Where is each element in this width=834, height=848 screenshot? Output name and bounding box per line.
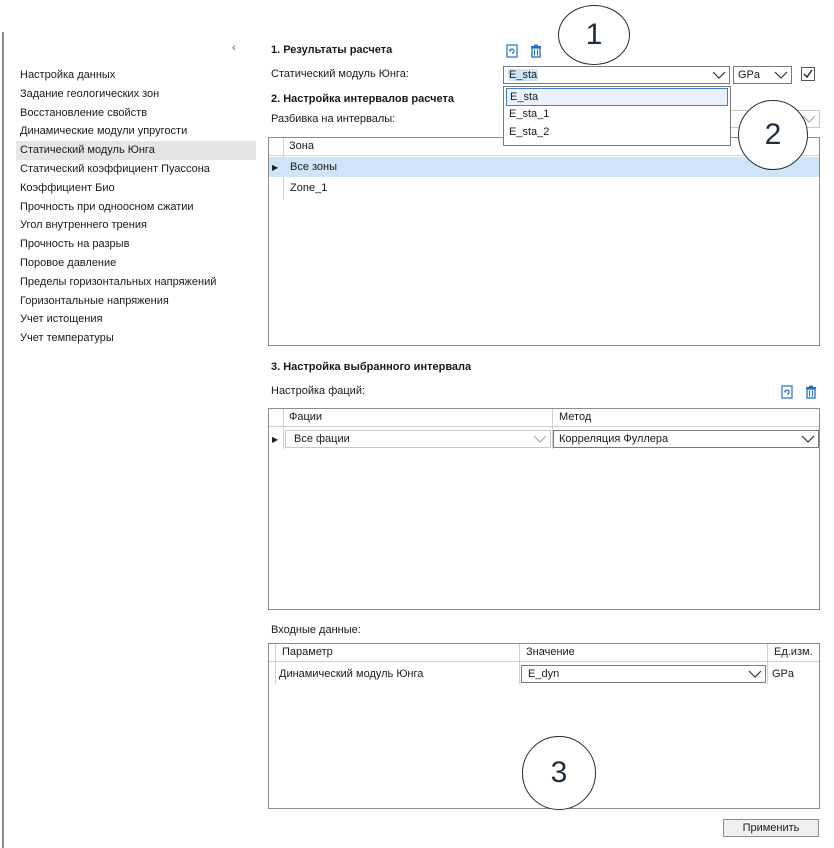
callout-1: 1 [558,5,630,65]
apply-button[interactable]: Применить [723,819,819,837]
sidebar-item-depletion[interactable]: Учет истощения [16,310,256,329]
unit-select[interactable]: GPa [733,66,792,84]
facies-column-header: Фации [289,411,323,423]
facies-select[interactable]: Все фации [285,430,551,448]
zone-cell[interactable]: Zone_1 [290,182,327,194]
input-value: E_dyn [528,668,560,680]
sidebar: Настройка данных Задание геологических з… [16,66,256,348]
sidebar-item-friction-angle[interactable]: Угол внутреннего трения [16,216,256,235]
chevron-down-icon [712,71,726,79]
sidebar-item-static-young-modulus[interactable]: Статический модуль Юнга [16,141,256,160]
zone-column-header: Зона [289,140,314,152]
check-icon [803,69,813,79]
interval-split-label: Разбивка на интервалы: [271,113,396,125]
dropdown-option[interactable]: E_sta_1 [504,106,730,124]
sidebar-item-horizontal-stresses[interactable]: Горизонтальные напряжения [16,292,256,311]
facies-grid-header: Фации Метод [269,409,819,427]
result-name-dropdown: E_sta E_sta_1 E_sta_2 [503,86,731,146]
zones-grid: Зона ▶ Все зоны Zone_1 [268,137,820,346]
collapse-sidebar-button[interactable]: ‹ [232,42,236,54]
facies-settings-label: Настройка фаций: [271,385,366,397]
unit-cell: GPa [772,668,795,680]
confirm-checkbox[interactable] [801,67,815,81]
sidebar-item-temperature[interactable]: Учет температуры [16,329,256,348]
sidebar-item-ucs[interactable]: Прочность при одноосном сжатии [16,198,256,217]
chevron-down-icon [533,435,547,443]
sidebar-item-property-recovery[interactable]: Восстановление свойств [16,104,256,123]
refresh-icon[interactable] [505,44,519,58]
chevron-down-icon [748,670,762,678]
sidebar-item-static-poisson[interactable]: Статический коэффициент Пуассона [16,160,256,179]
delete-icon[interactable] [804,385,818,399]
method-column-header: Метод [559,411,592,423]
input-grid-header: Параметр Значение Ед.изм. [269,644,819,662]
sidebar-item-dynamic-moduli[interactable]: Динамические модули упругости [16,122,256,141]
row-marker-icon: ▶ [272,163,279,172]
chevron-down-icon [801,435,815,443]
value-column-header: Значение [526,646,575,658]
input-data-label: Входные данные: [271,624,361,636]
sidebar-item-tensile-strength[interactable]: Прочность на разрыв [16,235,256,254]
facies-grid: Фации Метод ▶ Все фации Корреляция Фулле… [268,408,820,610]
method-value: Корреляция Фуллера [559,433,669,445]
sidebar-item-biot[interactable]: Коэффициент Био [16,179,256,198]
facies-value: Все фации [294,433,350,445]
row-marker-icon: ▶ [272,435,279,444]
result-name-value: E_sta [508,69,539,81]
callout-2: 2 [738,100,808,170]
zone-cell[interactable]: Все зоны [290,161,337,173]
sidebar-item-geological-zones[interactable]: Задание геологических зон [16,85,256,104]
parameter-cell: Динамический модуль Юнга [279,668,424,680]
chevron-down-icon [774,71,788,79]
section3-title: 3. Настройка выбранного интервала [271,361,472,373]
top-margin [0,0,834,32]
section1-title: 1. Результаты расчета [271,44,393,56]
input-value-select[interactable]: E_dyn [521,665,766,683]
callout-3: 3 [522,736,596,810]
parameter-column-header: Параметр [282,646,333,658]
unit-column-header: Ед.изм. [774,646,813,658]
table-row[interactable] [269,157,819,177]
refresh-icon[interactable] [780,385,794,399]
sidebar-item-data-settings[interactable]: Настройка данных [16,66,256,85]
sidebar-item-pore-pressure[interactable]: Поровое давление [16,254,256,273]
method-select[interactable]: Корреляция Фуллера [553,430,819,448]
result-name-select[interactable]: E_sta [503,66,730,84]
delete-icon[interactable] [529,44,543,58]
dropdown-option[interactable]: E_sta [506,88,728,106]
sidebar-item-horizontal-stress-limits[interactable]: Пределы горизонтальных напряжений [16,273,256,292]
young-modulus-label: Статический модуль Юнга: [271,68,409,80]
dropdown-option[interactable]: E_sta_2 [504,124,730,142]
unit-value: GPa [738,69,761,81]
section2-title: 2. Настройка интервалов расчета [271,93,454,105]
